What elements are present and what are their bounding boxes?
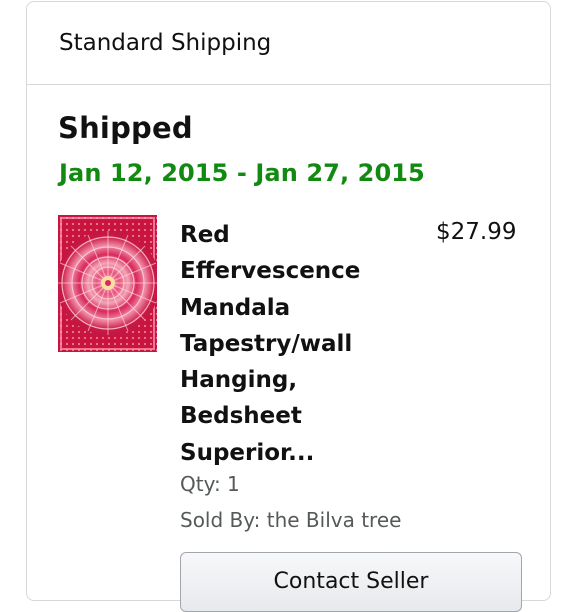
product-image[interactable] bbox=[58, 215, 157, 352]
contact-seller-button[interactable]: Contact Seller bbox=[180, 552, 522, 612]
product-title-link[interactable]: Red Effervescence Mandala Tapestry/wall … bbox=[180, 217, 400, 471]
mandala-tapestry-image bbox=[58, 215, 157, 352]
shipping-method-title: Standard Shipping bbox=[59, 29, 272, 56]
delivery-date-range: Jan 12, 2015 - Jan 27, 2015 bbox=[59, 159, 425, 187]
sold-by: Sold By: the Bilva tree bbox=[180, 508, 402, 532]
shipping-method-header: Standard Shipping bbox=[27, 2, 550, 85]
item-quantity: Qty: 1 bbox=[180, 472, 240, 496]
shipment-status: Shipped bbox=[58, 111, 193, 145]
item-price: $27.99 bbox=[436, 219, 517, 245]
shipment-card: Standard Shipping Shipped Jan 12, 2015 -… bbox=[26, 1, 551, 612]
